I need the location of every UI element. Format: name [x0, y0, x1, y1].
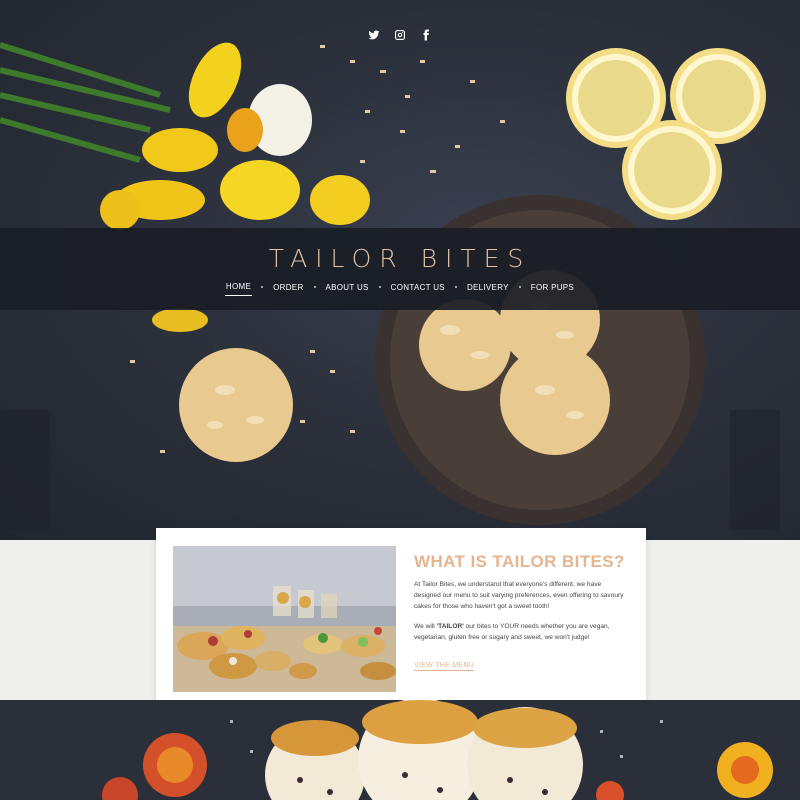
about-card: WHAT IS TAILOR BITES? At Tailor Bites, w…: [156, 528, 646, 708]
about-paragraph-2-emphasis: 'TAILOR': [436, 623, 464, 631]
page: TAILOR BITES HOME ORDER ABOUT US CONTACT…: [0, 0, 800, 800]
instagram-icon[interactable]: [393, 28, 407, 42]
twitter-icon[interactable]: [367, 28, 381, 42]
pastries-photo: [173, 546, 396, 692]
scones-photo: [0, 700, 800, 800]
nav-contact-us[interactable]: CONTACT US: [390, 283, 446, 296]
nav-separator: [378, 286, 381, 288]
view-menu-link[interactable]: VIEW THE MENU: [414, 662, 475, 671]
about-paragraph-1: At Tailor Bites, we understand that ever…: [414, 581, 624, 610]
facebook-icon[interactable]: [419, 28, 433, 42]
nav-separator: [261, 286, 264, 288]
nav-for-pups[interactable]: FOR PUPS: [530, 283, 575, 296]
nav-separator: [313, 286, 316, 288]
social-links: [0, 28, 800, 42]
nav-home[interactable]: HOME: [224, 282, 253, 296]
nav-order[interactable]: ORDER: [272, 283, 304, 296]
nav-about-us[interactable]: ABOUT US: [325, 283, 370, 296]
site-logo[interactable]: TAILOR BITES: [0, 244, 800, 273]
nav-separator: [454, 286, 457, 288]
main-nav: HOME ORDER ABOUT US CONTACT US DELIVERY …: [0, 282, 800, 296]
about-paragraph-2: We will 'TAILOR' our bites to YOUR needs…: [414, 622, 629, 644]
about-title: WHAT IS TAILOR BITES?: [414, 552, 625, 571]
about-text: WHAT IS TAILOR BITES? At Tailor Bites, w…: [414, 552, 629, 672]
nav-separator: [518, 286, 521, 288]
scones-section: [0, 700, 800, 800]
hero-section: TAILOR BITES HOME ORDER ABOUT US CONTACT…: [0, 0, 800, 540]
about-paragraph-2-start: We will: [414, 623, 437, 631]
nav-delivery[interactable]: DELIVERY: [466, 283, 510, 296]
